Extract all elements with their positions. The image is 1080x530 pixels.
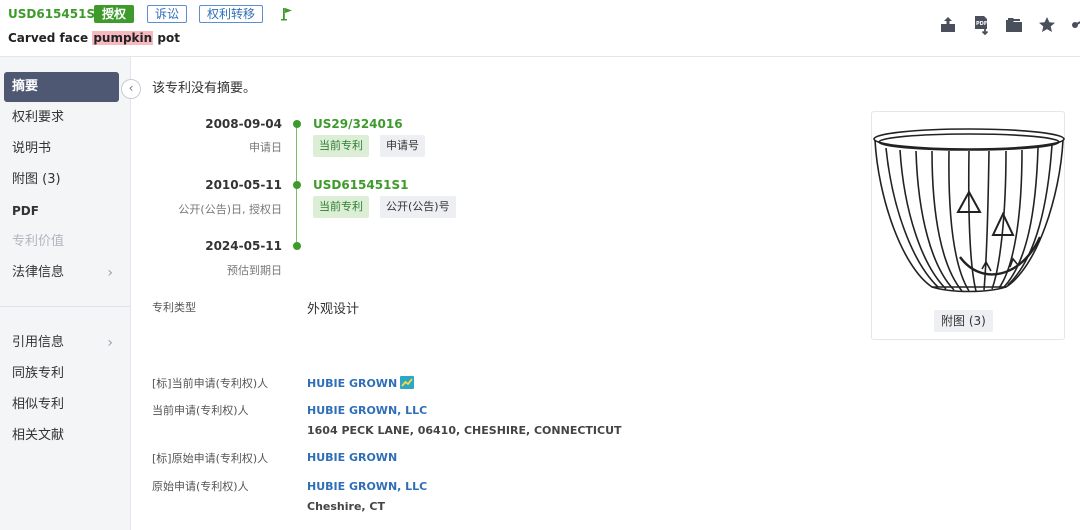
original-assignee-address: Cheshire, CT bbox=[307, 500, 385, 513]
original-assignee-label: 原始申请(专利权)人 bbox=[152, 480, 249, 493]
transfer-badge[interactable]: 权利转移 bbox=[199, 5, 264, 23]
sidebar-item-similar[interactable]: 相似专利 bbox=[4, 390, 119, 420]
svg-text:PDF: PDF bbox=[976, 21, 987, 27]
collapse-sidebar-button[interactable]: ‹ bbox=[121, 79, 141, 99]
chevron-left-icon: ‹ bbox=[128, 81, 134, 95]
application-number-tag: 申请号 bbox=[380, 135, 425, 157]
timeline-dot bbox=[293, 120, 301, 128]
publication-date: 2010-05-11 bbox=[205, 178, 282, 192]
share-export-icon[interactable] bbox=[938, 15, 958, 35]
drawings-count-button[interactable]: 附图 (3) bbox=[934, 310, 993, 332]
std-original-assignee-link[interactable]: HUBIE GROWN bbox=[307, 451, 397, 464]
flag-icon[interactable] bbox=[280, 6, 294, 21]
header-toolbar: PDF bbox=[938, 15, 1080, 37]
original-assignee-link[interactable]: HUBIE GROWN, LLC bbox=[307, 480, 427, 493]
expiry-date: 2024-05-11 bbox=[205, 239, 282, 253]
application-date-label: 申请日 bbox=[249, 141, 282, 154]
application-date: 2008-09-04 bbox=[205, 117, 282, 131]
abstract-text: 该专利没有摘要。 bbox=[152, 81, 257, 96]
std-current-assignee-label: [标]当前申请(专利权)人 bbox=[152, 377, 269, 390]
pdf-download-icon[interactable]: PDF bbox=[971, 15, 991, 36]
sidebar-item-patent-value: 专利价值 bbox=[12, 234, 65, 249]
patent-title: Carved face pumpkin pot bbox=[8, 31, 180, 45]
pumpkin-pot-drawing bbox=[873, 128, 1065, 293]
sidebar-item-pdf[interactable]: PDF bbox=[4, 196, 119, 226]
sidebar-item-citations[interactable]: 引用信息 › bbox=[4, 328, 119, 358]
publication-date-label: 公开(公告)日, 授权日 bbox=[178, 203, 282, 216]
search-highlight: pumpkin bbox=[92, 31, 154, 45]
application-number[interactable]: US29/324016 bbox=[313, 117, 403, 131]
share-icon[interactable] bbox=[1070, 15, 1080, 35]
grant-badge: 授权 bbox=[94, 5, 135, 23]
sidebar-item-description[interactable]: 说明书 bbox=[4, 134, 119, 164]
sidebar-item-related-docs[interactable]: 相关文献 bbox=[4, 421, 119, 451]
sidebar-item-claims[interactable]: 权利要求 bbox=[4, 103, 119, 133]
timeline-dot bbox=[293, 181, 301, 189]
chevron-right-icon: › bbox=[107, 265, 113, 281]
std-current-assignee-link[interactable]: HUBIE GROWN bbox=[307, 376, 415, 390]
timeline-dot bbox=[293, 242, 301, 250]
sidebar-item-legal-info[interactable]: 法律信息 › bbox=[4, 258, 119, 288]
folder-icon[interactable] bbox=[1004, 15, 1024, 35]
publication-number-tag: 公开(公告)号 bbox=[380, 196, 456, 218]
patent-header: USD615451S1 授权 诉讼 权利转移 Carved face pumpk… bbox=[0, 0, 1080, 57]
patent-type-label: 专利类型 bbox=[152, 301, 196, 314]
sidebar-item-drawings[interactable]: 附图 (3) bbox=[4, 165, 119, 195]
litigation-badge[interactable]: 诉讼 bbox=[147, 5, 188, 23]
patent-number[interactable]: USD615451S1 bbox=[8, 7, 103, 21]
current-assignee-label: 当前申请(专利权)人 bbox=[152, 404, 249, 417]
sidebar-nav: 摘要 权利要求 说明书 附图 (3) PDF 专利价值 法律信息 › 引用信息 › … bbox=[0, 57, 131, 530]
current-patent-tag: 当前专利 bbox=[313, 196, 369, 218]
current-assignee-link[interactable]: HUBIE GROWN, LLC bbox=[307, 404, 427, 417]
expiry-date-label: 预估到期日 bbox=[227, 264, 282, 277]
current-assignee-address: 1604 PECK LANE, 06410, CHESHIRE, CONNECT… bbox=[307, 424, 622, 437]
chevron-right-icon: › bbox=[107, 335, 113, 351]
patent-type-value: 外观设计 bbox=[307, 302, 360, 317]
drawing-panel[interactable]: 附图 (3) bbox=[871, 111, 1065, 340]
sidebar-divider bbox=[0, 306, 130, 307]
star-icon[interactable] bbox=[1037, 15, 1057, 35]
std-original-assignee-label: [标]原始申请(专利权)人 bbox=[152, 452, 269, 465]
sidebar-item-abstract[interactable]: 摘要 bbox=[4, 72, 119, 102]
publication-number[interactable]: USD615451S1 bbox=[313, 178, 408, 192]
trend-chart-icon[interactable] bbox=[400, 376, 415, 389]
sidebar-item-family[interactable]: 同族专利 bbox=[4, 359, 119, 389]
current-patent-tag: 当前专利 bbox=[313, 135, 369, 157]
